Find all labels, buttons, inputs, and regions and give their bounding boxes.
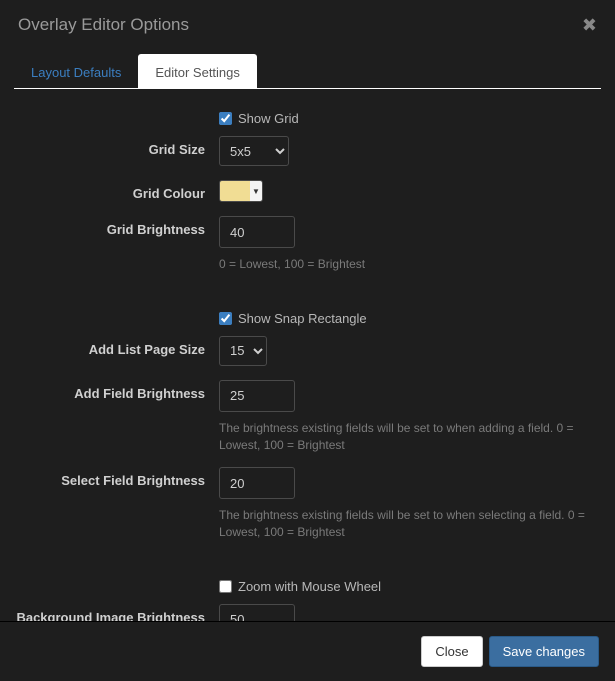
modal-dialog: Overlay Editor Options ✖ Layout Defaults… <box>0 0 615 681</box>
tab-editor-settings[interactable]: Editor Settings <box>138 54 257 89</box>
save-button[interactable]: Save changes <box>489 636 599 667</box>
row-show-snap: Show Snap Rectangle <box>14 311 601 326</box>
form-area: Show Grid Grid Size 5x5 Grid Colour <box>14 89 601 621</box>
zoom-wheel-label: Zoom with Mouse Wheel <box>238 579 381 594</box>
modal-header: Overlay Editor Options ✖ <box>0 0 615 47</box>
bg-brightness-label: Background Image Brightness <box>14 604 219 621</box>
chevron-down-icon: ▼ <box>250 181 262 201</box>
grid-colour-label: Grid Colour <box>14 180 219 201</box>
grid-colour-picker[interactable]: ▼ <box>219 180 263 202</box>
show-grid-control[interactable]: Show Grid <box>219 111 601 126</box>
show-snap-checkbox[interactable] <box>219 312 232 325</box>
add-field-brightness-help: The brightness existing fields will be s… <box>219 420 589 454</box>
modal-body: Layout Defaults Editor Settings Show Gri… <box>0 47 615 621</box>
row-grid-brightness: Grid Brightness 0 = Lowest, 100 = Bright… <box>14 216 601 273</box>
bg-brightness-input[interactable] <box>219 604 295 621</box>
zoom-wheel-checkbox[interactable] <box>219 580 232 593</box>
add-list-page-size-select[interactable]: 15 <box>219 336 267 366</box>
add-list-page-size-label: Add List Page Size <box>14 336 219 357</box>
tab-layout-defaults[interactable]: Layout Defaults <box>14 54 138 89</box>
tab-bar: Layout Defaults Editor Settings <box>14 53 601 89</box>
show-grid-checkbox[interactable] <box>219 112 232 125</box>
row-grid-colour: Grid Colour ▼ <box>14 180 601 202</box>
show-snap-label: Show Snap Rectangle <box>238 311 367 326</box>
row-bg-brightness: Background Image Brightness 0 = Lowest, … <box>14 604 601 621</box>
row-zoom-wheel: Zoom with Mouse Wheel <box>14 579 601 594</box>
grid-brightness-help: 0 = Lowest, 100 = Brightest <box>219 256 589 273</box>
close-button[interactable]: Close <box>421 636 482 667</box>
select-field-brightness-input[interactable] <box>219 467 295 499</box>
modal-title: Overlay Editor Options <box>18 15 189 35</box>
close-icon[interactable]: ✖ <box>582 16 597 34</box>
row-grid-size: Grid Size 5x5 <box>14 136 601 166</box>
zoom-wheel-control[interactable]: Zoom with Mouse Wheel <box>219 579 601 594</box>
row-select-field-brightness: Select Field Brightness The brightness e… <box>14 467 601 541</box>
modal-footer: Close Save changes <box>0 621 615 681</box>
row-add-field-brightness: Add Field Brightness The brightness exis… <box>14 380 601 454</box>
grid-size-select[interactable]: 5x5 <box>219 136 289 166</box>
grid-size-label: Grid Size <box>14 136 219 157</box>
add-field-brightness-label: Add Field Brightness <box>14 380 219 401</box>
show-snap-control[interactable]: Show Snap Rectangle <box>219 311 601 326</box>
row-show-grid: Show Grid <box>14 111 601 126</box>
add-field-brightness-input[interactable] <box>219 380 295 412</box>
select-field-brightness-label: Select Field Brightness <box>14 467 219 488</box>
row-add-list-page-size: Add List Page Size 15 <box>14 336 601 366</box>
show-grid-label: Show Grid <box>238 111 299 126</box>
grid-colour-swatch <box>220 181 250 201</box>
grid-brightness-label: Grid Brightness <box>14 216 219 237</box>
grid-brightness-input[interactable] <box>219 216 295 248</box>
select-field-brightness-help: The brightness existing fields will be s… <box>219 507 589 541</box>
